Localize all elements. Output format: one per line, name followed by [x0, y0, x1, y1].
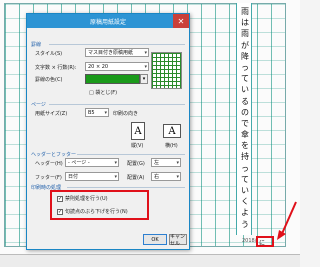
footer-date: 2018/ [242, 238, 257, 244]
chevron-down-icon: ▾ [104, 110, 107, 116]
vertical-text: 雨は雨が降っているので傘を持っていくよう [239, 6, 251, 230]
size-value: B5 [88, 110, 95, 116]
grid-preview [151, 52, 182, 89]
highlight-box-print-options [50, 190, 149, 220]
red-arrow-icon [277, 201, 297, 240]
orient-horizontal-icon[interactable]: A [163, 124, 181, 138]
orient-vertical-icon[interactable]: A [131, 122, 145, 140]
footer-pos-select[interactable]: 右 ▾ [151, 172, 181, 181]
section-paper: 罫線 [31, 42, 42, 48]
footer-select[interactable]: 日付 ▾ [65, 172, 119, 181]
vertical-char: い [241, 85, 249, 95]
vertical-char: る [241, 96, 249, 106]
header-pos-select[interactable]: 左 ▾ [151, 158, 181, 167]
ok-button[interactable]: OK [143, 234, 167, 245]
vertical-char: 雨 [241, 7, 249, 16]
vertical-char: 傘 [241, 130, 249, 140]
footer-value: 日付 [68, 174, 79, 180]
chevron-down-icon: ▾ [114, 174, 117, 180]
header-value: - ページ - [68, 160, 90, 166]
footer-pos-value: 右 [154, 174, 160, 180]
orient-vertical-label: 縦(V) [131, 143, 144, 149]
chevron-down-icon: ▾ [144, 50, 147, 56]
color-label: 罫線の色(C) [35, 77, 63, 83]
vertical-char: う [241, 219, 249, 229]
color-dropdown-button[interactable]: ▾ [140, 74, 148, 84]
chevron-down-icon: ▾ [176, 160, 179, 166]
style-select[interactable]: マス目付き原稿用紙 ▾ [85, 48, 149, 57]
header-select[interactable]: - ページ - ▾ [65, 158, 119, 167]
divider [49, 104, 185, 105]
header-pos-label: 配置(G) [127, 161, 145, 167]
orient-label: 印刷の向き [113, 111, 139, 117]
vertical-char: て [241, 174, 249, 184]
vertical-char: っ [241, 163, 249, 173]
header-label: ヘッダー(H) [35, 161, 63, 167]
vertical-char: い [241, 186, 249, 195]
chars-label: 文字数 × 行数(R): [35, 65, 77, 71]
vertical-char: は [241, 18, 249, 28]
status-bar [0, 254, 300, 267]
dialog-titlebar: 原稿用紙設定 ✕ [27, 14, 189, 28]
vertical-char: を [241, 141, 249, 151]
style-value: マス目付き原稿用紙 [88, 50, 134, 56]
size-label: 用紙サイズ(Z) [35, 111, 68, 117]
line-color-swatch[interactable] [85, 74, 140, 84]
chars-value: 20 × 20 [88, 64, 109, 70]
vertical-char: く [241, 197, 249, 207]
footer-pos-label: 配置(A) [127, 175, 145, 181]
section-header-footer: ヘッダーとフッター [31, 152, 77, 158]
section-page: ページ [31, 102, 46, 108]
size-select[interactable]: B5 ▾ [85, 108, 109, 117]
vertical-char: が [241, 40, 249, 50]
vertical-char: 雨 [241, 29, 249, 39]
close-button[interactable]: ✕ [173, 14, 189, 28]
divider [67, 187, 185, 188]
chevron-down-icon: ▾ [144, 64, 147, 70]
cancel-button[interactable]: キャンセル [169, 234, 187, 247]
header-pos-value: 左 [154, 160, 160, 166]
vertical-char: 持 [241, 152, 249, 162]
chevron-down-icon: ▾ [114, 160, 117, 166]
vertical-char: っ [241, 62, 249, 72]
divider [77, 154, 185, 155]
vertical-char: て [241, 74, 249, 84]
vertical-char: の [241, 107, 249, 117]
chevron-down-icon: ▾ [176, 174, 179, 180]
vertical-char: 降 [241, 51, 249, 61]
orient-horizontal-label: 横(H) [165, 143, 178, 149]
dialog-title: 原稿用紙設定 [89, 18, 126, 26]
last-char: に [259, 240, 266, 247]
chars-select[interactable]: 20 × 20 ▾ [85, 62, 149, 71]
fold-checkbox[interactable]: □ 袋とじ(F) [89, 89, 117, 96]
vertical-char: よ [241, 208, 249, 218]
footer-label: フッター(F) [35, 175, 62, 181]
style-label: スタイル(S) [35, 51, 63, 57]
vertical-char: で [241, 118, 249, 128]
divider [49, 44, 185, 45]
